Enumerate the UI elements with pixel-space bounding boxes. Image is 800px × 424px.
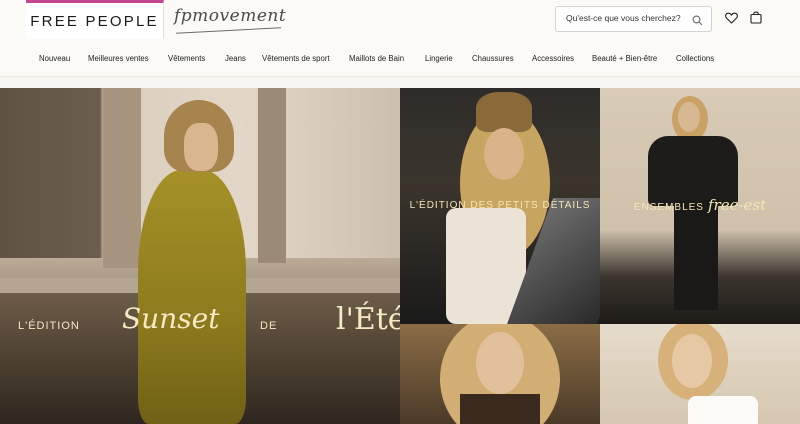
fpmovement-logo[interactable]: fpmovement <box>174 6 286 26</box>
tile-model-face <box>672 334 712 388</box>
tile-caption-petits-details: L'ÉDITION DES PETITS DÉTAILS <box>409 200 591 211</box>
hero-model-face <box>184 123 218 171</box>
search-input[interactable] <box>564 12 688 24</box>
tile-caption-ensembles-label: ENSEMBLES <box>633 202 704 213</box>
nav-item-chaussures[interactable]: Chaussures <box>472 54 514 63</box>
fpmovement-underline <box>176 27 281 34</box>
nav-item-collections[interactable]: Collections <box>676 54 714 63</box>
hero-caption-sunset: Sunset <box>122 302 220 335</box>
shopping-bag-icon[interactable] <box>750 11 762 29</box>
hero-caption-ete: l'Été <box>336 302 400 337</box>
hero-model-dress <box>138 170 246 424</box>
tile-model-top <box>688 396 758 424</box>
tile-model-top <box>460 394 540 424</box>
heart-icon[interactable] <box>725 11 738 29</box>
nav-item-beaute-bien-etre[interactable]: Beauté + Bien-être <box>592 54 657 63</box>
tile-model-face <box>484 128 524 180</box>
hero-pillar <box>258 88 286 263</box>
brand-logo[interactable]: FREE PEOPLE <box>30 13 158 30</box>
nav-item-jeans[interactable]: Jeans <box>225 54 246 63</box>
hero-caption-de: DE <box>260 320 278 332</box>
nav-item-meilleures-ventes[interactable]: Meilleures ventes <box>88 54 149 63</box>
hero-caption: L'ÉDITION Sunset DE l'Été <box>0 302 400 342</box>
tile-model-face <box>678 102 700 132</box>
tile-model-hat <box>476 92 532 132</box>
tile-model-face <box>476 332 524 394</box>
nav-item-vetements-de-sport[interactable]: Vêtements de sport <box>262 54 330 63</box>
tile-caption-ensembles: ENSEMBLES free-est <box>600 196 800 215</box>
nav-item-nouveau[interactable]: Nouveau <box>39 54 70 63</box>
promo-tile-bottom-right[interactable] <box>600 324 800 424</box>
hero-banner[interactable]: L'ÉDITION Sunset DE l'Été <box>0 88 400 424</box>
search-icon[interactable] <box>692 13 703 31</box>
nav-item-maillots-de-bain[interactable]: Maillots de Bain <box>349 54 404 63</box>
search-box[interactable] <box>555 6 712 32</box>
nav-item-vetements[interactable]: Vêtements <box>168 54 205 63</box>
free-people-logo-tab[interactable]: FREE PEOPLE <box>26 0 164 39</box>
promo-tile-ensembles[interactable]: ENSEMBLES free-est <box>600 88 800 324</box>
nav-item-accessoires[interactable]: Accessoires <box>532 54 574 63</box>
hero-caption-edition: L'ÉDITION <box>18 320 80 332</box>
main-nav: Nouveau Meilleures ventes Vêtements Jean… <box>0 40 800 77</box>
hero-pillar <box>103 88 141 268</box>
site-header: FREE PEOPLE fpmovement <box>0 0 800 41</box>
nav-item-lingerie[interactable]: Lingerie <box>425 54 453 63</box>
tile-caption-free-est: free-est <box>707 196 767 214</box>
promo-tile-petits-details[interactable]: L'ÉDITION DES PETITS DÉTAILS <box>400 88 600 324</box>
tile-model-skirt <box>674 200 718 310</box>
promo-tile-bottom-left[interactable] <box>400 324 600 424</box>
spacer <box>0 77 800 88</box>
